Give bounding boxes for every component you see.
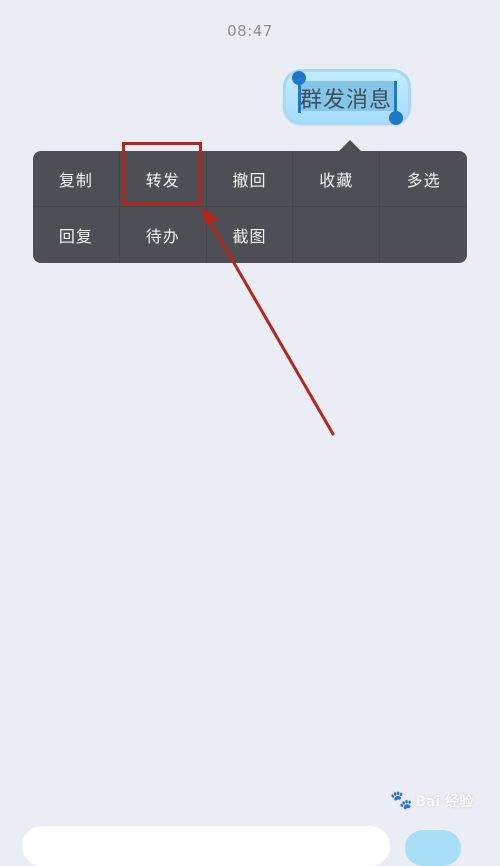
paw-icon: 🐾 [390,790,413,811]
watermark-text: Bai 经验 [415,794,474,810]
watermark: 🐾 Bai 经验 [390,790,473,811]
annotation-arrow [201,207,335,436]
message-input-field[interactable] [22,826,390,866]
send-button[interactable] [405,830,461,866]
